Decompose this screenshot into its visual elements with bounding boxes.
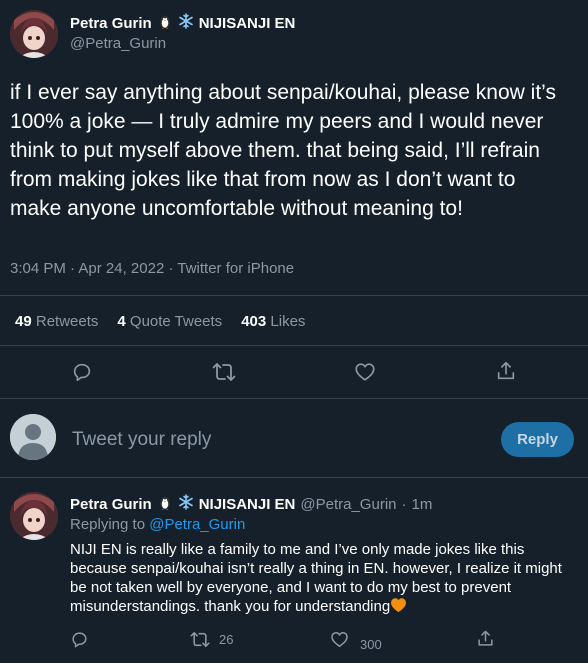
meta-separator: · [401, 496, 407, 513]
reply-icon[interactable] [71, 361, 93, 383]
snowflake-icon [178, 494, 194, 515]
divider [0, 477, 588, 478]
reply-author-row: Petra Gurin NIJISANJI EN @Petra_Gurin · … [70, 494, 432, 515]
quotes-stat[interactable]: 4 Quote Tweets [117, 313, 222, 330]
reply-tweet-text-block: NIJI EN is really like a family to me an… [70, 540, 570, 618]
reply-button[interactable]: Reply [501, 422, 574, 457]
reply-age[interactable]: 1m [412, 496, 433, 513]
tweet-meta: 3:04 PM · Apr 24, 2022 · Twitter for iPh… [10, 260, 294, 277]
tweet-stats: 49 Retweets 4 Quote Tweets 403 Likes [15, 313, 305, 330]
penguin-icon [157, 13, 173, 34]
meta-separator: · [168, 260, 174, 277]
orange-heart-icon [390, 597, 407, 618]
retweets-stat[interactable]: 49 Retweets [15, 313, 98, 330]
tweet-time[interactable]: 3:04 PM [10, 260, 66, 277]
author-handle[interactable]: @Petra_Gurin [70, 35, 166, 52]
meta-separator: · [70, 260, 76, 277]
reply-composer-input[interactable]: Tweet your reply [72, 429, 211, 451]
divider [0, 398, 588, 399]
reply-icon[interactable] [70, 630, 89, 649]
divider [0, 345, 588, 346]
quotes-count: 4 [117, 313, 126, 330]
penguin-icon [157, 494, 173, 515]
replying-to-handle[interactable]: @Petra_Gurin [149, 516, 245, 533]
author-avatar[interactable] [10, 10, 58, 58]
author-affiliation: NIJISANJI EN [198, 15, 296, 32]
reply-author-display-name[interactable]: Petra Gurin [70, 496, 152, 513]
snowflake-icon [178, 13, 194, 34]
reply-tweet-text: NIJI EN is really like a family to me an… [70, 541, 562, 615]
retweet-icon [190, 630, 210, 649]
retweet-count: 26 [219, 632, 234, 647]
reply-author-avatar[interactable] [10, 492, 58, 540]
likes-label: Likes [270, 313, 306, 330]
tweet-date[interactable]: Apr 24, 2022 [78, 260, 164, 277]
share-icon[interactable] [495, 360, 517, 382]
share-icon[interactable] [476, 629, 495, 648]
retweets-label: Retweets [35, 313, 99, 330]
reply-author-handle[interactable]: @Petra_Gurin [300, 496, 396, 513]
retweet-action[interactable]: 26 [190, 630, 233, 649]
heart-icon [330, 630, 349, 649]
tweet-client[interactable]: Twitter for iPhone [177, 260, 294, 277]
divider [0, 295, 588, 296]
heart-icon[interactable] [354, 361, 376, 383]
tweet-text: if I ever say anything about senpai/kouh… [10, 81, 556, 220]
likes-count: 403 [241, 313, 267, 330]
replying-to-label: Replying to [70, 516, 146, 533]
like-count: 300 [360, 637, 382, 652]
replying-to: Replying to @Petra_Gurin [70, 516, 245, 533]
retweet-icon[interactable] [212, 361, 236, 383]
quotes-label: Quote Tweets [129, 313, 223, 330]
author-display-name[interactable]: Petra Gurin [70, 15, 152, 32]
author-name-row: Petra Gurin NIJISANJI EN [70, 13, 295, 34]
user-avatar[interactable] [10, 414, 56, 460]
like-action[interactable] [330, 630, 349, 649]
reply-author-affiliation: NIJISANJI EN [198, 496, 296, 513]
retweets-count: 49 [15, 313, 32, 330]
likes-stat[interactable]: 403 Likes [241, 313, 305, 330]
